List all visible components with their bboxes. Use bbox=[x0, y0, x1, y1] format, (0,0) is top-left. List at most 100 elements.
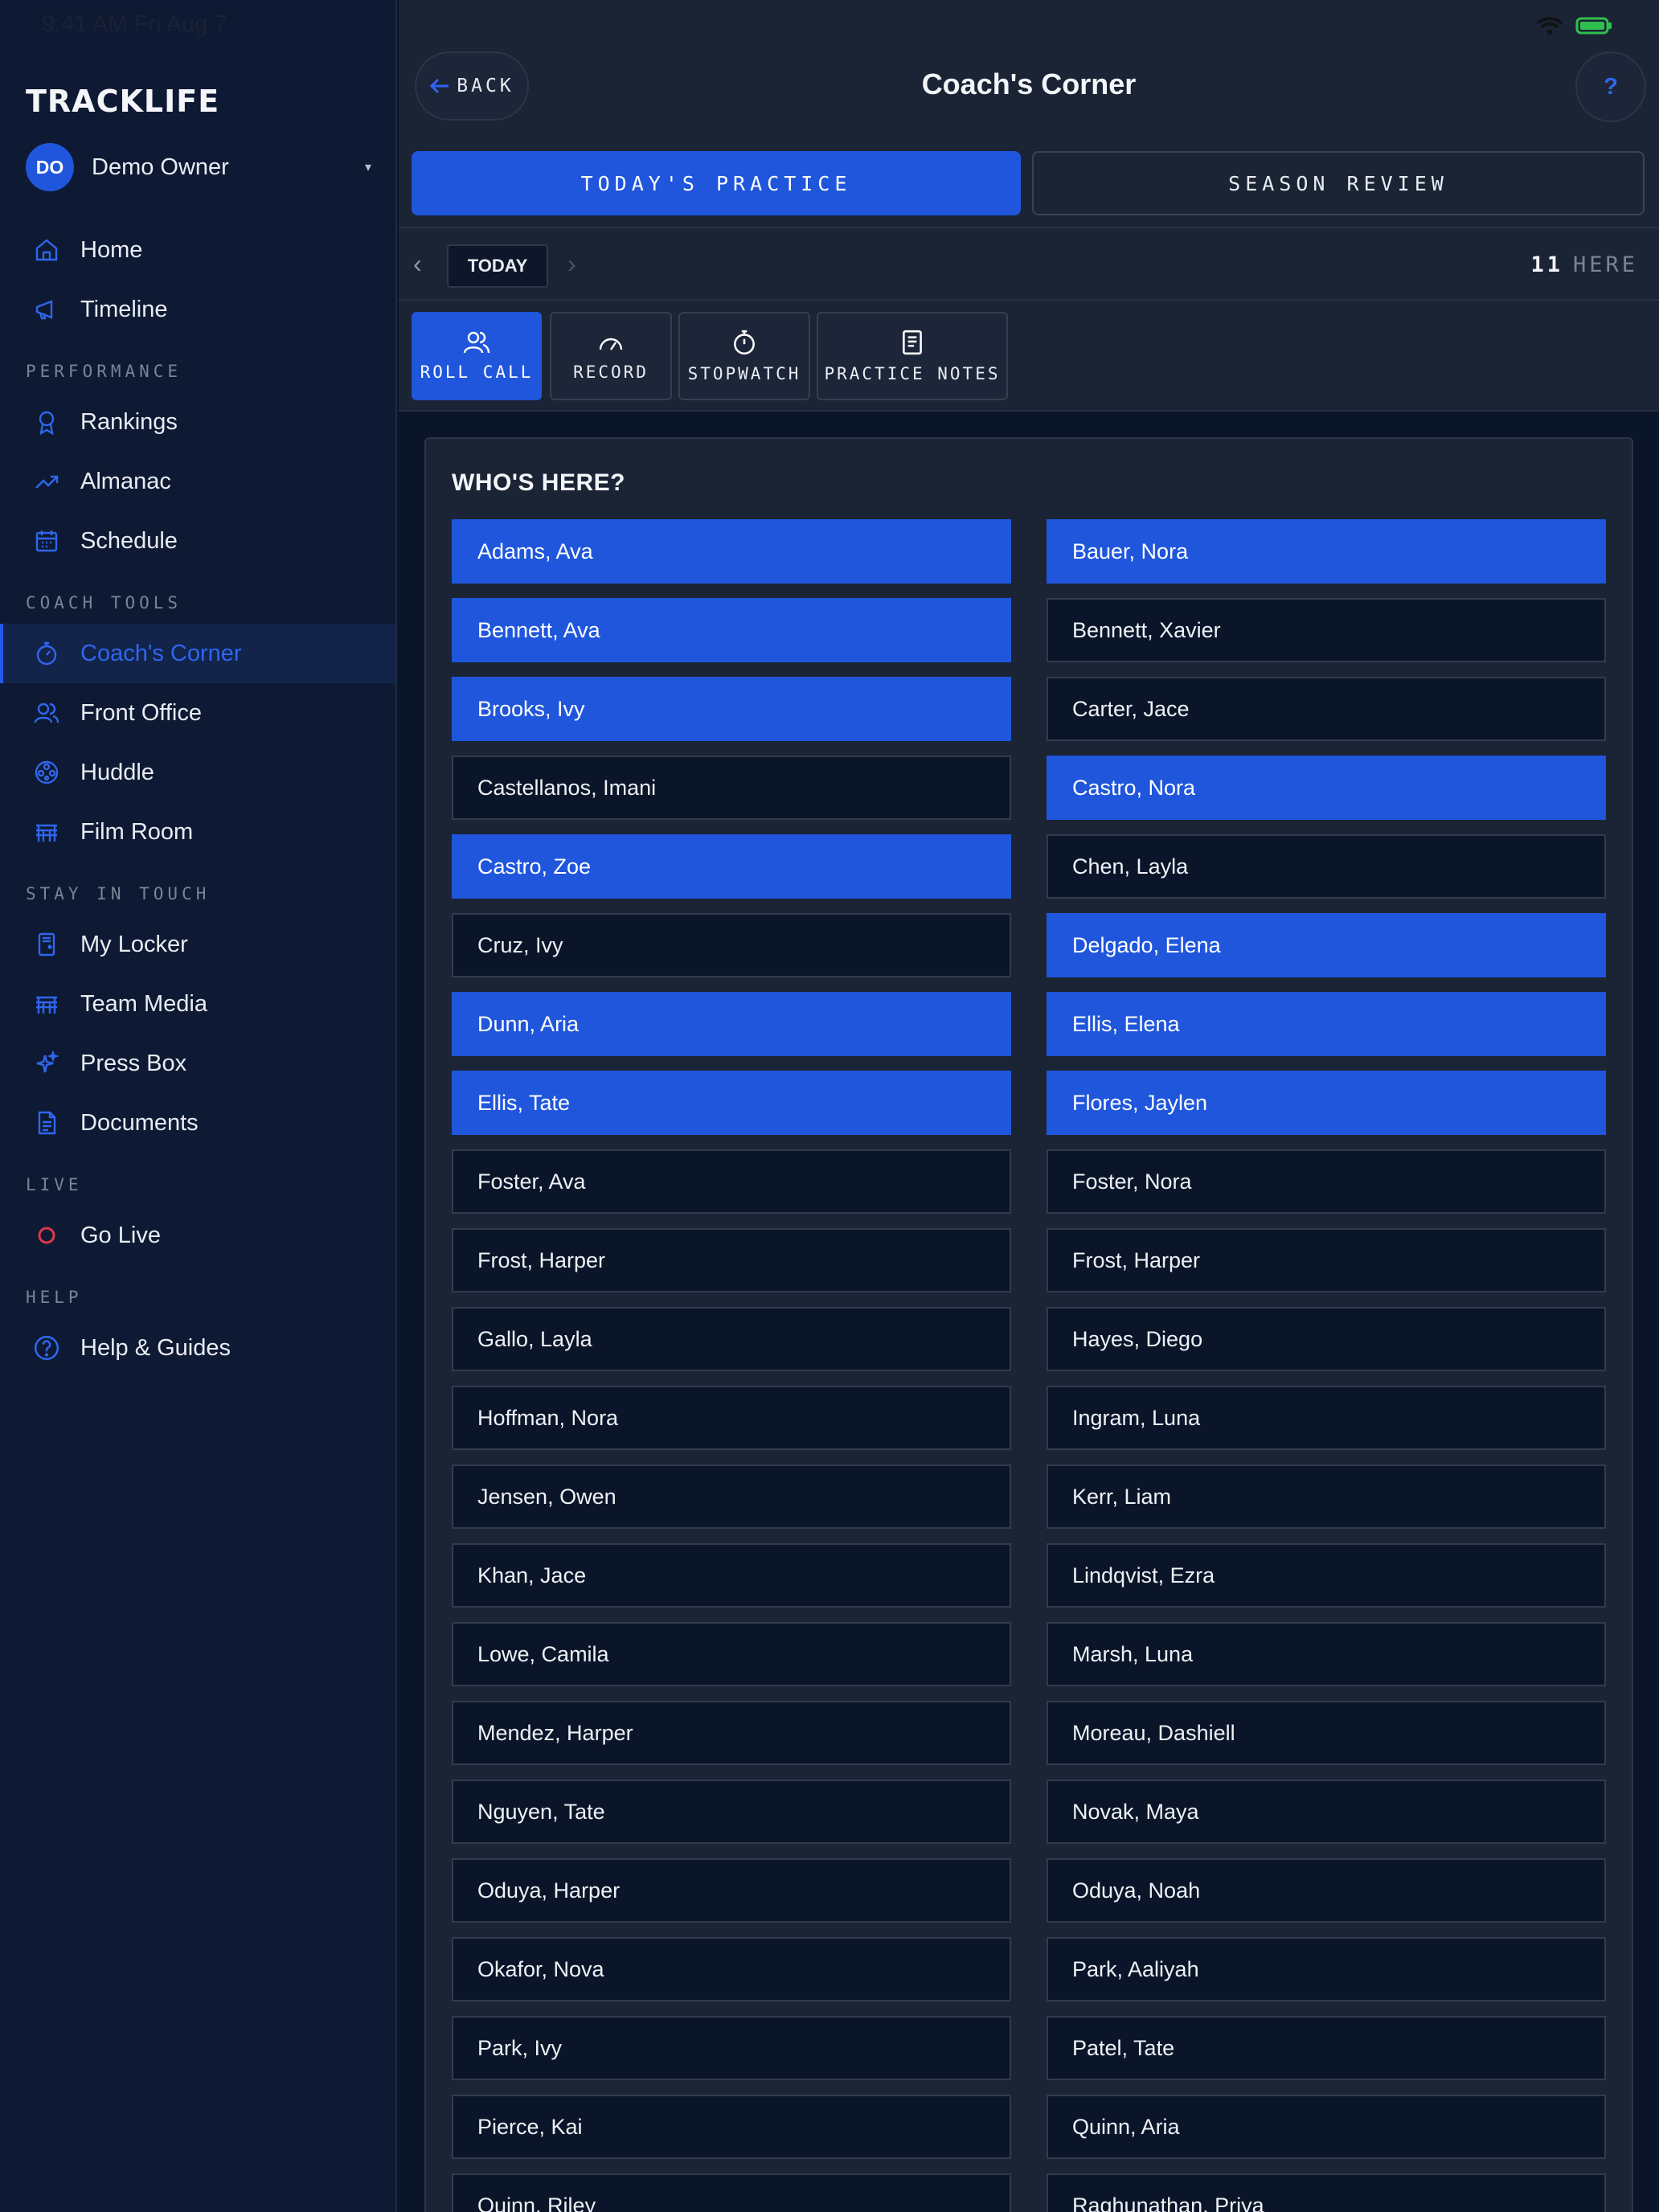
help-button[interactable]: ? bbox=[1575, 51, 1646, 122]
athlete-toggle[interactable]: Moreau, Dashiell bbox=[1047, 1701, 1606, 1765]
megaphone-icon bbox=[32, 295, 61, 324]
user-switcher[interactable]: DO Demo Owner ▾ bbox=[26, 143, 373, 191]
section-header-performance: PERFORMANCE bbox=[26, 362, 182, 381]
tool-record[interactable]: RECORD bbox=[550, 312, 672, 400]
sidebar-item-label: My Locker bbox=[80, 931, 188, 957]
sidebar-item-label: Almanac bbox=[80, 468, 171, 494]
sidebar-item-team-media[interactable]: Team Media bbox=[0, 974, 395, 1034]
sidebar-item-label: Press Box bbox=[80, 1050, 187, 1076]
athlete-toggle[interactable]: Castellanos, Imani bbox=[452, 756, 1011, 820]
athlete-toggle[interactable]: Pierce, Kai bbox=[452, 2095, 1011, 2159]
athlete-toggle[interactable]: Jensen, Owen bbox=[452, 1464, 1011, 1529]
users-icon bbox=[463, 331, 490, 354]
attendance-count: 11 HERE bbox=[1530, 252, 1638, 277]
athlete-toggle[interactable]: Foster, Ava bbox=[452, 1149, 1011, 1214]
page-title: Coach's Corner bbox=[921, 68, 1137, 100]
athlete-toggle[interactable]: Dunn, Aria bbox=[452, 992, 1011, 1056]
tool-stopwatch[interactable]: STOPWATCH bbox=[678, 312, 810, 400]
section-header-coach-tools: COACH TOOLS bbox=[26, 593, 182, 612]
athlete-toggle[interactable]: Carter, Jace bbox=[1047, 677, 1606, 741]
here-label: HERE bbox=[1572, 252, 1638, 277]
athlete-toggle[interactable]: Quinn, Riley bbox=[452, 2173, 1011, 2212]
section-header-live: LIVE bbox=[26, 1175, 83, 1194]
sidebar-nav: Home Timeline PERFORMANCE Rankings Alman… bbox=[0, 220, 395, 1378]
sidebar-item-home[interactable]: Home bbox=[0, 220, 395, 280]
athlete-toggle[interactable]: Nguyen, Tate bbox=[452, 1780, 1011, 1844]
athlete-toggle[interactable]: Ingram, Luna bbox=[1047, 1386, 1606, 1450]
today-button[interactable]: TODAY bbox=[447, 244, 548, 288]
athlete-toggle[interactable]: Bennett, Ava bbox=[452, 598, 1011, 662]
athlete-toggle[interactable]: Hayes, Diego bbox=[1047, 1307, 1606, 1371]
sidebar-item-press-box[interactable]: Press Box bbox=[0, 1034, 395, 1093]
athlete-toggle[interactable]: Flores, Jaylen bbox=[1047, 1071, 1606, 1135]
sidebar-item-label: Documents bbox=[80, 1109, 199, 1136]
athlete-toggle[interactable]: Marsh, Luna bbox=[1047, 1622, 1606, 1686]
athlete-toggle[interactable]: Patel, Tate bbox=[1047, 2016, 1606, 2080]
athlete-toggle[interactable]: Park, Aaliyah bbox=[1047, 1937, 1606, 2001]
athlete-toggle[interactable]: Bennett, Xavier bbox=[1047, 598, 1606, 662]
athlete-toggle[interactable]: Lindqvist, Ezra bbox=[1047, 1543, 1606, 1608]
sidebar-item-my-locker[interactable]: My Locker bbox=[0, 915, 395, 974]
athlete-toggle[interactable]: Frost, Harper bbox=[1047, 1228, 1606, 1292]
athlete-toggle[interactable]: Adams, Ava bbox=[452, 519, 1011, 584]
locker-icon bbox=[32, 930, 61, 959]
sidebar-item-timeline[interactable]: Timeline bbox=[0, 280, 395, 339]
bleachers-icon bbox=[32, 989, 61, 1018]
sidebar-item-huddle[interactable]: Huddle bbox=[0, 743, 395, 802]
status-icons bbox=[1535, 16, 1612, 35]
stopwatch-icon bbox=[734, 330, 755, 355]
athlete-toggle[interactable]: Oduya, Harper bbox=[452, 1858, 1011, 1923]
athlete-toggle[interactable]: Raghunathan, Priya bbox=[1047, 2173, 1606, 2212]
athlete-toggle[interactable]: Okafor, Nova bbox=[452, 1937, 1011, 2001]
tab-todays-practice[interactable]: TODAY'S PRACTICE bbox=[412, 151, 1021, 215]
home-icon bbox=[32, 236, 61, 264]
sidebar-item-coachs-corner[interactable]: Coach's Corner bbox=[0, 624, 395, 683]
status-bar: 9:41 AM Fri Aug 7 bbox=[0, 0, 1659, 51]
athlete-toggle[interactable]: Castro, Zoe bbox=[452, 834, 1011, 899]
roll-call-title: WHO'S HERE? bbox=[452, 469, 625, 496]
sparkle-icon bbox=[32, 1049, 61, 1078]
chevron-right-icon[interactable]: › bbox=[567, 249, 576, 279]
sidebar-item-rankings[interactable]: Rankings bbox=[0, 392, 395, 452]
athlete-toggle[interactable]: Kerr, Liam bbox=[1047, 1464, 1606, 1529]
athlete-toggle[interactable]: Park, Ivy bbox=[452, 2016, 1011, 2080]
athlete-grid: Adams, Ava Bauer, Nora Bennett, Ava Bennett… bbox=[452, 519, 1606, 2212]
athlete-toggle[interactable]: Frost, Harper bbox=[452, 1228, 1011, 1292]
sidebar-item-film-room[interactable]: Film Room bbox=[0, 802, 395, 862]
athlete-toggle[interactable]: Hoffman, Nora bbox=[452, 1386, 1011, 1450]
award-icon bbox=[32, 408, 61, 436]
athlete-toggle[interactable]: Lowe, Camila bbox=[452, 1622, 1011, 1686]
athlete-toggle[interactable]: Gallo, Layla bbox=[452, 1307, 1011, 1371]
athlete-toggle[interactable]: Bauer, Nora bbox=[1047, 519, 1606, 584]
athlete-toggle[interactable]: Ellis, Tate bbox=[452, 1071, 1011, 1135]
athlete-toggle[interactable]: Castro, Nora bbox=[1047, 756, 1606, 820]
athlete-toggle[interactable]: Novak, Maya bbox=[1047, 1780, 1606, 1844]
sidebar-item-schedule[interactable]: Schedule bbox=[0, 511, 395, 571]
sidebar-item-label: Coach's Corner bbox=[80, 640, 242, 666]
sidebar-item-go-live[interactable]: Go Live bbox=[0, 1206, 395, 1265]
sidebar-item-label: Huddle bbox=[80, 759, 154, 785]
athlete-toggle[interactable]: Quinn, Aria bbox=[1047, 2095, 1606, 2159]
tool-practice-notes[interactable]: PRACTICE NOTES bbox=[817, 312, 1008, 400]
sidebar-item-almanac[interactable]: Almanac bbox=[0, 452, 395, 511]
wifi-icon bbox=[1536, 17, 1563, 35]
sidebar-item-label: Front Office bbox=[80, 699, 202, 726]
athlete-toggle[interactable]: Brooks, Ivy bbox=[452, 677, 1011, 741]
athlete-toggle[interactable]: Ellis, Elena bbox=[1047, 992, 1606, 1056]
tab-season-review[interactable]: SEASON REVIEW bbox=[1032, 151, 1645, 215]
sidebar-item-front-office[interactable]: Front Office bbox=[0, 683, 395, 743]
athlete-toggle[interactable]: Cruz, Ivy bbox=[452, 913, 1011, 977]
film-reel-icon bbox=[32, 758, 61, 787]
tool-roll-call[interactable]: ROLL CALL bbox=[412, 312, 542, 400]
athlete-toggle[interactable]: Chen, Layla bbox=[1047, 834, 1606, 899]
stopwatch-icon bbox=[32, 639, 61, 668]
athlete-toggle[interactable]: Mendez, Harper bbox=[452, 1701, 1011, 1765]
athlete-toggle[interactable]: Khan, Jace bbox=[452, 1543, 1011, 1608]
athlete-toggle[interactable]: Oduya, Noah bbox=[1047, 1858, 1606, 1923]
athlete-toggle[interactable]: Foster, Nora bbox=[1047, 1149, 1606, 1214]
chevron-left-icon[interactable]: ‹ bbox=[413, 249, 422, 279]
athlete-toggle[interactable]: Delgado, Elena bbox=[1047, 913, 1606, 977]
roll-call-card: WHO'S HERE? Adams, Ava Bauer, Nora Bennett… bbox=[424, 437, 1633, 2212]
sidebar-item-help-guides[interactable]: Help & Guides bbox=[0, 1318, 395, 1378]
sidebar-item-documents[interactable]: Documents bbox=[0, 1093, 395, 1153]
